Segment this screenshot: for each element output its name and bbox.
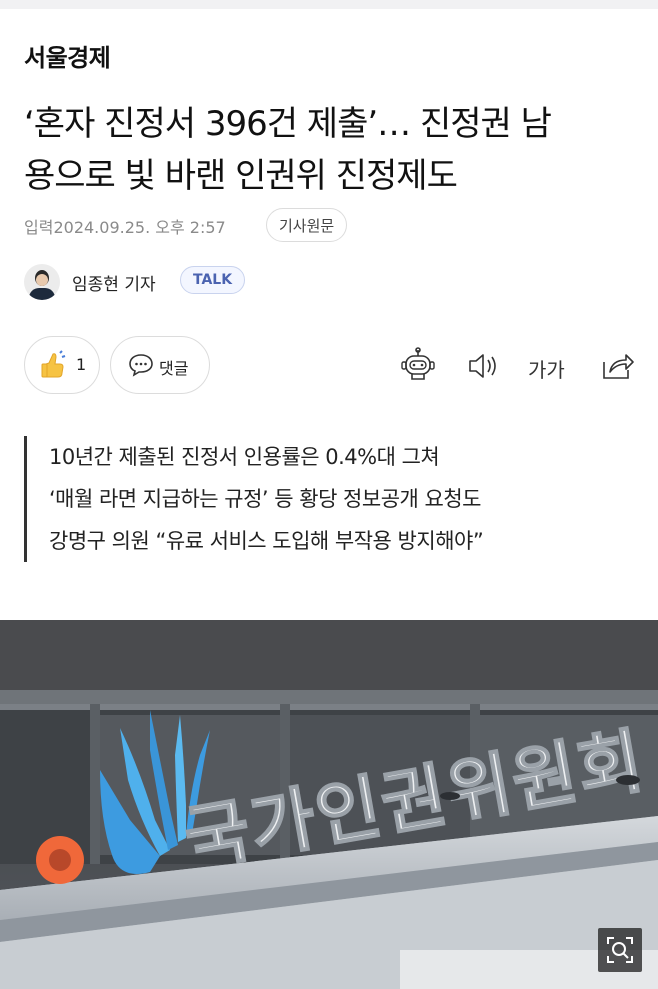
share-icon[interactable] — [600, 346, 636, 386]
comment-button[interactable]: 댓글 — [110, 336, 210, 394]
original-article-button[interactable]: 기사원문 — [266, 208, 348, 242]
font-size-label: 가가 — [528, 358, 565, 382]
comment-icon — [128, 353, 154, 381]
comment-label: 댓글 — [159, 359, 189, 378]
thumbs-up-icon — [40, 350, 66, 386]
tts-robot-icon[interactable] — [400, 346, 436, 386]
article-date: 입력2024.09.25. 오후 2:57 — [24, 214, 226, 238]
summary-line: 강명구 의원 “유료 서비스 도입해 부작용 방지해야” — [49, 529, 484, 553]
article-photo[interactable]: 국가인권위원회 — [0, 620, 658, 989]
like-count: 1 — [76, 355, 87, 374]
article-summary: 10년간 제출된 진정서 인용률은 0.4%대 그쳐 ‘매월 라면 지급하는 규… — [24, 436, 484, 562]
headline-line-1: ‘혼자 진정서 396건 제출’… 진정권 남 — [24, 104, 552, 144]
like-button[interactable]: 1 — [24, 336, 100, 394]
reporter-name[interactable]: 임종현 기자 — [72, 270, 156, 295]
date-value: 2024.09.25. 오후 2:57 — [53, 218, 226, 237]
speaker-icon[interactable] — [466, 346, 502, 386]
talk-button[interactable]: TALK — [180, 266, 246, 294]
top-status-strip — [0, 0, 658, 9]
zoom-photo-button[interactable] — [598, 928, 642, 972]
headline-line-2: 용으로 빛 바랜 인권위 진정제도 — [24, 156, 458, 196]
summary-line: 10년간 제출된 진정서 인용률은 0.4%대 그쳐 — [49, 445, 440, 469]
article-headline: ‘혼자 진정서 396건 제출’… 진정권 남 용으로 빛 바랜 인권위 진정제… — [24, 98, 644, 202]
summary-line: ‘매월 라면 지급하는 규정’ 등 황당 정보공개 요청도 — [49, 487, 481, 511]
press-name[interactable]: 서울경제 — [24, 38, 111, 73]
date-label: 입력 — [24, 218, 54, 237]
reporter-avatar[interactable] — [24, 264, 60, 300]
font-size-button[interactable]: 가가 — [528, 354, 565, 394]
